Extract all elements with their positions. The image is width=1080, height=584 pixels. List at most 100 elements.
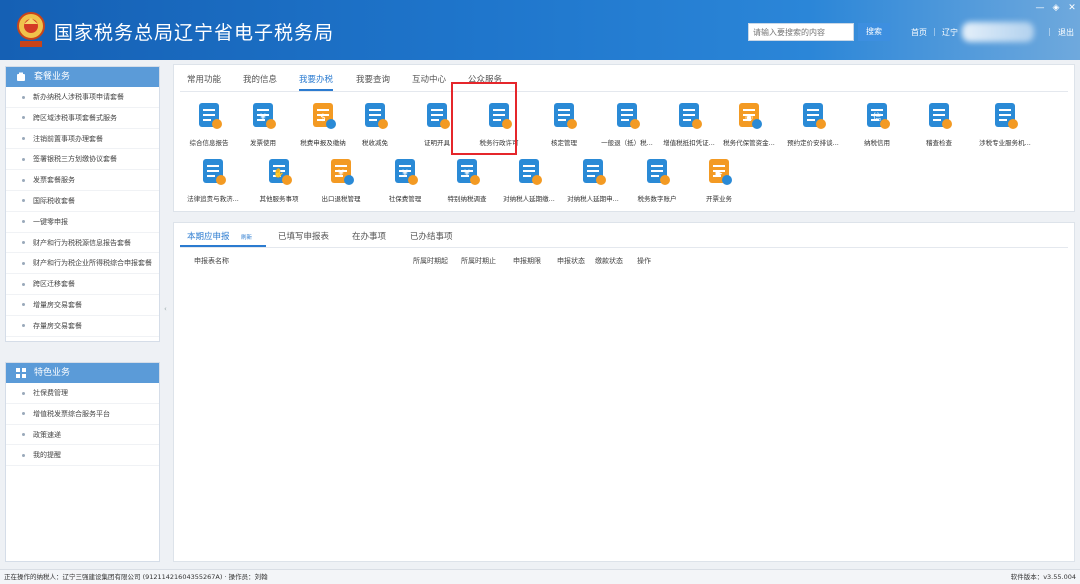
- tile-label: 综合信息报告: [189, 139, 229, 147]
- main-tab[interactable]: 互动中心: [412, 73, 446, 85]
- tab-divider: [180, 247, 1068, 248]
- function-tile[interactable]: ¥ 出口退税管理: [310, 157, 372, 207]
- svg-text:信: 信: [872, 111, 881, 123]
- sidebar-item[interactable]: 存量房交易套餐: [6, 316, 159, 337]
- sidebar-item[interactable]: 新办纳税人涉税事项申请套餐: [6, 87, 159, 108]
- sidebar-item[interactable]: 增值税发票综合服务平台: [6, 404, 159, 425]
- tab-filled-declarations[interactable]: 已填写申报表: [278, 230, 329, 242]
- sidebar-item[interactable]: 注销前置事项办理套餐: [6, 129, 159, 150]
- function-tile[interactable]: 对纳税人延期缴...: [498, 157, 560, 207]
- main-tab[interactable]: 我要查询: [356, 73, 390, 85]
- home-link[interactable]: 首页: [911, 27, 927, 38]
- sidebar-item-label: 新办纳税人涉税事项申请套餐: [33, 93, 124, 101]
- verification-icon: [554, 103, 577, 129]
- minimize-icon[interactable]: —: [1034, 3, 1046, 13]
- sidebar-item[interactable]: 签署银税三方划缴协议套餐: [6, 149, 159, 171]
- restore-icon[interactable]: ◈: [1050, 3, 1062, 13]
- sidebar-item[interactable]: 我的提醒: [6, 445, 159, 467]
- sidebar-item[interactable]: 财产和行为税税源信息报告套餐: [6, 233, 159, 254]
- close-icon[interactable]: ✕: [1066, 3, 1078, 13]
- function-tile[interactable]: 对纳税人延期申...: [562, 157, 624, 207]
- tab-completed[interactable]: 已办结事项: [410, 230, 453, 242]
- function-tile[interactable]: 预约定价安排谈...: [782, 101, 844, 151]
- sidebar-item[interactable]: 增量房交易套餐: [6, 295, 159, 316]
- sidebar-item[interactable]: 社保费管理: [6, 383, 159, 404]
- bullet-icon: [22, 433, 25, 437]
- svg-text:¥: ¥: [338, 169, 344, 179]
- tile-label: 税收减免: [362, 139, 388, 147]
- function-tile[interactable]: 法律追责与救济...: [182, 157, 244, 207]
- sidebar-item[interactable]: 跨区域涉税事项套餐式服务: [6, 108, 159, 129]
- sidebar-section-header[interactable]: 套餐业务: [6, 67, 159, 87]
- main-tab[interactable]: 我的信息: [243, 73, 277, 85]
- bullet-icon: [22, 137, 25, 141]
- sidebar-item[interactable]: 一键零申报: [6, 212, 159, 233]
- refresh-link[interactable]: 刷新: [241, 233, 252, 241]
- document-info-icon: [199, 103, 222, 129]
- function-tile[interactable]: 税收减免: [344, 101, 406, 151]
- bullet-icon: [22, 178, 25, 182]
- function-tile[interactable]: 增值税抵扣凭证...: [658, 101, 720, 151]
- sidebar-section-header[interactable]: 特色业务: [6, 363, 159, 383]
- svg-text:$: $: [320, 113, 326, 123]
- function-tile[interactable]: ▶ 开票业务: [688, 157, 750, 207]
- sidebar-item[interactable]: 发票套餐服务: [6, 170, 159, 191]
- deferred-filing-icon: [583, 159, 606, 185]
- search-input[interactable]: [748, 23, 854, 41]
- tile-label: 其他服务事项: [259, 195, 299, 203]
- sidebar-package-section: 套餐业务 新办纳税人涉税事项申请套餐跨区域涉税事项套餐式服务注销前置事项办理套餐…: [5, 66, 160, 342]
- tile-label: 出口退税管理: [321, 195, 361, 203]
- function-tile[interactable]: 一般退（抵）税...: [596, 101, 658, 151]
- function-tile[interactable]: 涉税专业服务机...: [974, 101, 1036, 151]
- function-tile[interactable]: 税务数字账户: [626, 157, 688, 207]
- sidebar-item[interactable]: 国际税收套餐: [6, 191, 159, 212]
- bullet-icon: [22, 220, 25, 224]
- region-label: 辽宁: [942, 28, 958, 37]
- highlight-annotation-box: [451, 82, 517, 155]
- function-tile[interactable]: ¥ 发票使用: [232, 101, 294, 151]
- bullet-icon: [22, 95, 25, 99]
- sidebar-item-label: 注销前置事项办理套餐: [33, 134, 103, 143]
- sidebar-item-label: 存量房交易套餐: [33, 321, 82, 330]
- column-header: 所属时期起: [413, 257, 448, 265]
- function-tile[interactable]: ✋ 其他服务事项: [248, 157, 310, 207]
- sidebar-section-title: 特色业务: [34, 368, 71, 378]
- tax-reduction-icon: [365, 103, 388, 129]
- logout-link[interactable]: 退出: [1058, 27, 1074, 38]
- sidebar-item[interactable]: 政策速递: [6, 425, 159, 446]
- column-header: 缴款状态: [595, 257, 623, 265]
- svg-text:▶: ▶: [716, 169, 723, 179]
- tile-label: 法律追责与救济...: [187, 195, 239, 203]
- function-tile[interactable]: 信纳税信用: [846, 101, 908, 151]
- digital-account-icon: [647, 159, 670, 185]
- bullet-icon: [22, 116, 25, 120]
- bullet-icon: [22, 157, 25, 161]
- professional-service-icon: [995, 103, 1018, 129]
- column-header: 申报表名称: [194, 257, 229, 265]
- tab-current-declaration[interactable]: 本期应申报: [187, 230, 230, 242]
- search-button[interactable]: 搜索: [858, 23, 890, 41]
- tile-label: 发票使用: [250, 139, 276, 147]
- main-tab[interactable]: 常用功能: [187, 73, 221, 85]
- sidebar-item[interactable]: 财产和行为税企业所得税综合申报套餐: [6, 253, 159, 275]
- deferred-payment-icon: [519, 159, 542, 185]
- function-tile[interactable]: ¥ 社保费管理: [374, 157, 436, 207]
- tile-label: 稽查检查: [926, 139, 952, 147]
- function-tile[interactable]: 核定管理: [533, 101, 595, 151]
- function-tile[interactable]: 稽查检查: [908, 101, 970, 151]
- function-tile[interactable]: ¥ 特别纳税调查: [436, 157, 498, 207]
- column-header: 所属时期止: [461, 257, 496, 265]
- taxpayer-status: 正在操作的纳税人：辽宁三强建设集团有限公司 (91211421604355267…: [4, 573, 268, 581]
- sidebar-item[interactable]: 跨区迁移套餐: [6, 274, 159, 295]
- collapse-chevron-icon[interactable]: ‹: [164, 305, 172, 313]
- tile-label: 对纳税人延期申...: [567, 195, 619, 203]
- function-tile[interactable]: 综合信息报告: [178, 101, 240, 151]
- version-label: 软件版本：v3.55.004: [1010, 573, 1076, 581]
- sidebar-item-label: 财产和行为税企业所得税综合申报套餐: [33, 259, 152, 268]
- main-tab[interactable]: 我要办税: [299, 73, 334, 91]
- tile-label: 社保费管理: [388, 195, 422, 203]
- tab-in-progress[interactable]: 在办事项: [352, 230, 386, 242]
- grid-icon: [16, 368, 26, 378]
- function-tile[interactable]: ◉ 税务代保管资金...: [718, 101, 780, 151]
- tile-label: 核定管理: [551, 139, 577, 147]
